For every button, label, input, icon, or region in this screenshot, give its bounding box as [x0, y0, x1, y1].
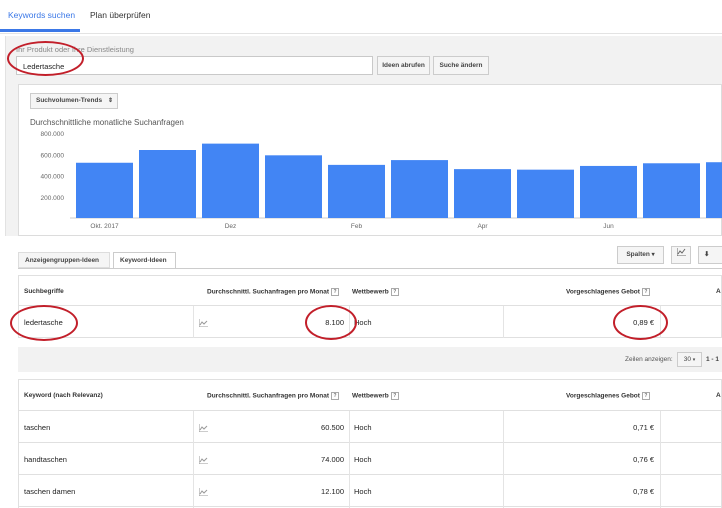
help-icon[interactable]: ?: [331, 288, 340, 296]
row-term: handtaschen: [24, 455, 67, 464]
col-divider: [349, 411, 350, 508]
tab-keyword-ideen[interactable]: Keyword-Ideen: [113, 252, 176, 269]
table1-header-divider: [18, 305, 722, 306]
help-icon[interactable]: ?: [641, 288, 650, 296]
rows-select-value: 30: [683, 356, 691, 363]
x-tick-label: Dez: [225, 223, 237, 230]
rows-select[interactable]: 30 ▾: [677, 352, 702, 367]
col-header-bid: Vorgeschlagenes Gebot?: [566, 288, 650, 296]
top-nav: Keywords suchen Plan überprüfen: [0, 0, 722, 34]
highlight-ellipse: [305, 305, 357, 340]
highlight-ellipse: [7, 41, 84, 76]
col-header-avg-searches: Durchschnittl. Suchanfragen pro Monat?: [207, 392, 340, 400]
tab-anzeigengruppen-ideen[interactable]: Anzeigengruppen-Ideen: [18, 252, 110, 268]
row-term: taschen: [24, 423, 51, 432]
x-tick-label: Okt. 2017: [90, 223, 119, 230]
chart-bar[interactable]: [706, 162, 722, 218]
chart-bar[interactable]: [265, 155, 322, 218]
col-header-avg-label: Durchschnittl. Suchanfragen pro Monat: [207, 392, 330, 400]
y-tick-label: 400.000: [41, 174, 65, 181]
download-icon: ⬇: [704, 251, 710, 258]
row-divider: [18, 506, 722, 507]
y-tick-label: 600.000: [41, 152, 65, 159]
col-header-keyword: Keyword (nach Relevanz): [24, 392, 103, 399]
trend-chart-icon[interactable]: [198, 488, 208, 497]
chevron-down-icon: ▾: [692, 357, 696, 363]
row-avg-searches: 12.100: [321, 487, 344, 496]
chart-bar[interactable]: [328, 164, 385, 218]
columns-button[interactable]: Spalten ▾: [617, 246, 664, 264]
chart-bar[interactable]: [517, 169, 574, 218]
x-tick-label: Jun: [603, 223, 614, 230]
help-icon[interactable]: ?: [390, 392, 399, 400]
col-header-extra: A: [716, 288, 721, 295]
updown-arrow-icon: ⇕: [107, 98, 113, 104]
col-header-bid-label: Vorgeschlagenes Gebot: [566, 392, 640, 400]
row-competition: Hoch: [354, 487, 372, 496]
highlight-ellipse: [613, 305, 668, 340]
col-header-competition: Wettbewerb?: [352, 288, 399, 296]
chart-bar[interactable]: [202, 143, 259, 218]
tab-plan-ueberpruefen[interactable]: Plan überprüfen: [90, 10, 151, 20]
y-tick-label: 800.000: [41, 131, 65, 138]
row-bid: 0,78 €: [633, 487, 654, 496]
help-icon[interactable]: ?: [641, 392, 650, 400]
highlight-ellipse: [10, 305, 78, 341]
col-divider: [193, 411, 194, 508]
trend-chart-icon[interactable]: [198, 319, 208, 328]
line-chart-icon: [676, 248, 686, 258]
row-divider: [18, 410, 722, 411]
trend-dropdown-label: Suchvolumen-Trends: [36, 97, 103, 104]
download-button[interactable]: ⬇: [698, 246, 722, 264]
chart-bar[interactable]: [391, 160, 448, 218]
col-header-avg-label: Durchschnittl. Suchanfragen pro Monat: [207, 288, 330, 296]
trend-dropdown[interactable]: Suchvolumen-Trends ⇕: [30, 93, 118, 109]
row-bid: 0,76 €: [633, 455, 654, 464]
active-tab-indicator: [0, 29, 80, 32]
col-divider: [193, 306, 194, 338]
col-header-competition-label: Wettbewerb: [352, 288, 389, 296]
row-competition: Hoch: [354, 423, 372, 432]
chart-bar[interactable]: [454, 169, 511, 218]
row-divider: [18, 474, 722, 475]
row-competition: Hoch: [354, 455, 372, 464]
rows-label: Zeilen anzeigen:: [625, 356, 673, 363]
chart-bar[interactable]: [643, 163, 700, 218]
chevron-down-icon: ▾: [651, 252, 655, 258]
col-header-competition: Wettbewerb?: [352, 392, 399, 400]
row-divider: [18, 442, 722, 443]
chart-bar[interactable]: [139, 150, 196, 218]
x-tick-label: Feb: [351, 223, 363, 230]
ideas-button[interactable]: Ideen abrufen: [377, 56, 430, 75]
col-divider: [660, 411, 661, 508]
trend-chart-icon[interactable]: [198, 456, 208, 465]
col-divider: [503, 306, 504, 338]
columns-button-label: Spalten: [626, 251, 650, 258]
tab-keywords-suchen[interactable]: Keywords suchen: [8, 10, 75, 20]
trend-chart-icon[interactable]: [198, 424, 208, 433]
col-header-bid: Vorgeschlagenes Gebot?: [566, 392, 650, 400]
modify-search-button[interactable]: Suche ändern: [433, 56, 489, 75]
row-term: taschen damen: [24, 487, 76, 496]
col-header-avg-searches: Durchschnittl. Suchanfragen pro Monat?: [207, 288, 340, 296]
y-tick-label: 200.000: [41, 195, 65, 202]
search-volume-chart: 800.000 600.000 400.000 200.000 Okt. 2017 Dez…: [41, 131, 722, 230]
row-avg-searches: 74.000: [321, 455, 344, 464]
help-icon[interactable]: ?: [331, 392, 340, 400]
help-icon[interactable]: ?: [390, 288, 399, 296]
x-tick-label: Apr: [477, 223, 488, 230]
col-divider: [503, 411, 504, 508]
col-header-extra: A: [716, 392, 721, 399]
pagination-bar: [18, 347, 722, 372]
col-header-suchbegriffe: Suchbegriffe: [24, 288, 64, 295]
row-bid: 0,71 €: [633, 423, 654, 432]
chart-bar[interactable]: [76, 162, 133, 218]
tabs-divider: [18, 268, 722, 269]
col-header-bid-label: Vorgeschlagenes Gebot: [566, 288, 640, 296]
col-header-competition-label: Wettbewerb: [352, 392, 389, 400]
chart-bar[interactable]: [580, 165, 637, 218]
page-range: 1 - 1: [706, 356, 720, 363]
row-avg-searches: 60.500: [321, 423, 344, 432]
chart-toggle-button[interactable]: [671, 246, 691, 264]
